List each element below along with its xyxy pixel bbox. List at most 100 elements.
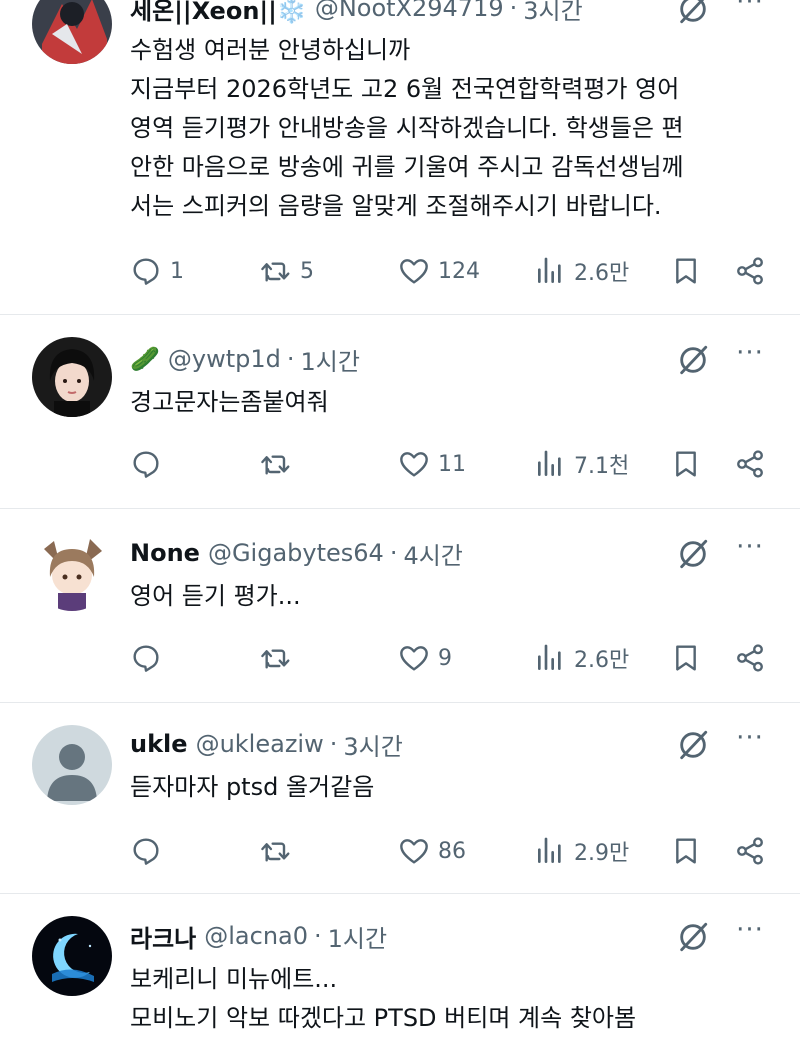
text-line: 서는 스피커의 음량을 알맞게 조절해주시기 바랍니다. (130, 192, 662, 220)
handle[interactable]: @NootX294719 (315, 0, 504, 22)
avatar[interactable] (32, 0, 112, 64)
like-count: 86 (438, 838, 466, 864)
share-button[interactable] (734, 638, 766, 678)
share-icon (734, 255, 766, 287)
display-name[interactable]: ukle (130, 730, 188, 758)
reply-button[interactable] (130, 444, 170, 484)
heart-icon (398, 448, 430, 480)
tweet-3[interactable]: None @Gigabytes64 · 4시간 ··· 영어 듣기 평가... … (0, 509, 800, 702)
tweet-header: 라크나 @lacna0 · 1시간 (130, 918, 387, 954)
text-line: 경고문자는좀붙여줘 (130, 388, 329, 416)
timestamp[interactable]: 3시간 (343, 727, 402, 762)
tweet-5[interactable]: 라크나 @lacna0 · 1시간 ··· 보케리니 미뉴에트... 모비노기 … (0, 894, 800, 1053)
view-count: 2.6만 (574, 648, 630, 673)
tweet-text: 수험생 여러분 안녕하십니까 지금부터 2026학년도 고2 6월 전국연합학력… (130, 31, 770, 226)
grok-icon[interactable] (676, 0, 710, 26)
retweet-icon (260, 835, 292, 867)
retweet-icon (260, 255, 292, 287)
bookmark-button[interactable] (670, 444, 702, 484)
retweet-button[interactable] (260, 444, 300, 484)
avatar[interactable] (32, 337, 112, 417)
bookmark-button[interactable] (670, 831, 702, 871)
more-icon[interactable]: ··· (732, 0, 768, 22)
handle[interactable]: @ywtp1d (168, 345, 281, 373)
separator: · (329, 730, 338, 758)
bookmark-icon (670, 255, 702, 287)
retweet-icon (260, 642, 292, 674)
timestamp[interactable]: 4시간 (403, 536, 462, 571)
reply-button[interactable] (130, 831, 170, 871)
tweet-text: 보케리니 미뉴에트... 모비노기 악보 따겠다고 PTSD 버티며 계속 찾아… (130, 960, 770, 1038)
reply-icon (130, 448, 162, 480)
tweet-header: None @Gigabytes64 · 4시간 (130, 535, 463, 571)
grok-icon[interactable] (676, 728, 710, 762)
display-name[interactable]: 세온||Xeon||❄️ (130, 0, 307, 26)
like-count: 124 (438, 258, 480, 284)
avatar[interactable] (32, 531, 112, 611)
timestamp[interactable]: 1시간 (328, 919, 387, 954)
view-count: 2.9만 (574, 841, 630, 866)
more-icon[interactable]: ··· (732, 725, 768, 758)
more-icon[interactable]: ··· (732, 534, 768, 567)
reply-button[interactable]: 1 (130, 251, 184, 291)
reply-icon (130, 642, 162, 674)
share-icon (734, 642, 766, 674)
handle[interactable]: @ukleaziw (196, 730, 324, 758)
retweet-icon (260, 448, 292, 480)
reply-button[interactable] (130, 638, 170, 678)
tweet-text: 경고문자는좀붙여줘 (130, 383, 770, 422)
tweet-1[interactable]: 세온||Xeon||❄️ @NootX294719 · 3시간 ··· 수험생 … (0, 0, 800, 314)
retweet-button[interactable]: 5 (260, 251, 314, 291)
text-line: 지금부터 2026학년도 고2 6월 전국연합학력평가 영어 (130, 75, 680, 103)
like-button[interactable]: 11 (398, 444, 466, 484)
heart-icon (398, 642, 430, 674)
tweet-2[interactable]: 🥒 @ywtp1d · 1시간 ··· 경고문자는좀붙여줘 11 7.1천 (0, 315, 800, 508)
reply-icon (130, 835, 162, 867)
more-icon[interactable]: ··· (732, 917, 768, 950)
text-line: 보케리니 미뉴에트... (130, 965, 338, 993)
share-button[interactable] (734, 251, 766, 291)
like-button[interactable]: 9 (398, 638, 452, 678)
views-button[interactable]: 2.9만 (534, 831, 629, 871)
tweet-header: 🥒 @ywtp1d · 1시간 (130, 341, 360, 377)
like-button[interactable]: 86 (398, 831, 466, 871)
display-name[interactable]: 🥒 (130, 345, 160, 373)
handle[interactable]: @Gigabytes64 (208, 539, 384, 567)
share-icon (734, 835, 766, 867)
views-button[interactable]: 2.6만 (534, 251, 629, 291)
handle[interactable]: @lacna0 (204, 922, 308, 950)
reply-icon (130, 255, 162, 287)
views-button[interactable]: 7.1천 (534, 444, 629, 484)
reply-count: 1 (170, 258, 184, 284)
views-icon (534, 835, 566, 867)
share-button[interactable] (734, 831, 766, 871)
text-line: 영역 듣기평가 안내방송을 시작하겠습니다. 학생들은 편 (130, 114, 684, 142)
grok-icon[interactable] (676, 920, 710, 954)
like-button[interactable]: 124 (398, 251, 480, 291)
grok-icon[interactable] (676, 343, 710, 377)
views-button[interactable]: 2.6만 (534, 638, 629, 678)
action-bar: 11 7.1천 (130, 444, 770, 484)
tweet-4[interactable]: ukle @ukleaziw · 3시간 ··· 듣자마자 ptsd 올거같음 … (0, 703, 800, 893)
bookmark-icon (670, 642, 702, 674)
grok-icon[interactable] (676, 537, 710, 571)
display-name[interactable]: 라크나 (130, 919, 196, 954)
bookmark-icon (670, 835, 702, 867)
timestamp[interactable]: 1시간 (301, 342, 360, 377)
view-count: 7.1천 (574, 454, 630, 479)
more-icon[interactable]: ··· (732, 340, 768, 373)
separator: · (509, 0, 518, 22)
avatar[interactable] (32, 725, 112, 805)
timestamp[interactable]: 3시간 (523, 0, 582, 26)
avatar[interactable] (32, 916, 112, 996)
bookmark-button[interactable] (670, 638, 702, 678)
retweet-button[interactable] (260, 638, 300, 678)
retweet-button[interactable] (260, 831, 300, 871)
text-line: 듣자마자 ptsd 올거같음 (130, 773, 375, 801)
tweet-text: 영어 듣기 평가... (130, 577, 770, 616)
share-button[interactable] (734, 444, 766, 484)
bookmark-button[interactable] (670, 251, 702, 291)
action-bar: 1 5 124 2.6만 (130, 251, 770, 291)
views-icon (534, 642, 566, 674)
display-name[interactable]: None (130, 539, 200, 567)
